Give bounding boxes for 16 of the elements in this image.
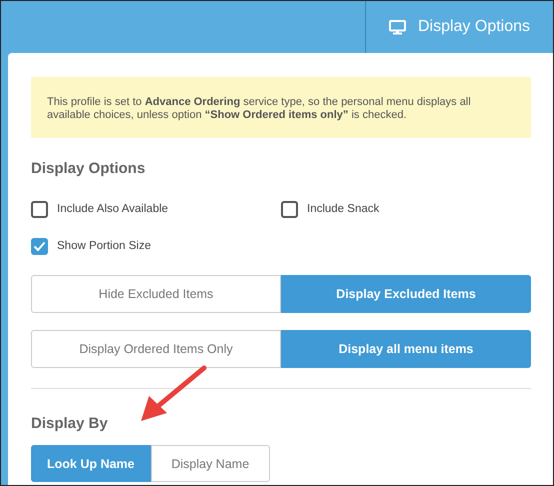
section-heading: Display Options: [31, 159, 146, 180]
toggle-button[interactable]: Display Name: [150, 445, 270, 482]
checkbox[interactable]: [31, 200, 48, 218]
toggle-button[interactable]: Display Excluded Items: [281, 274, 531, 313]
info-notice: This profile is set to Advance Ordering service type, so the personal menu displays all available choices, unless option “Show Ordered items only” is checked.: [31, 77, 531, 138]
checkbox-label: Include Also Available: [57, 202, 168, 217]
checkbox[interactable]: [31, 238, 48, 255]
checkbox-label: Show Portion Size: [57, 238, 151, 254]
section-heading: Display By: [31, 414, 109, 434]
toggle-button[interactable]: Display Ordered Items Only: [31, 330, 281, 368]
toggle-button[interactable]: Look Up Name: [31, 445, 150, 482]
toggle-button[interactable]: Hide Excluded Items: [31, 274, 281, 313]
checkbox-label: Include Snack: [307, 202, 380, 217]
toggle-button[interactable]: Display all menu items: [281, 330, 531, 368]
monitor-icon: [388, 20, 406, 34]
checkbox[interactable]: [281, 200, 298, 218]
